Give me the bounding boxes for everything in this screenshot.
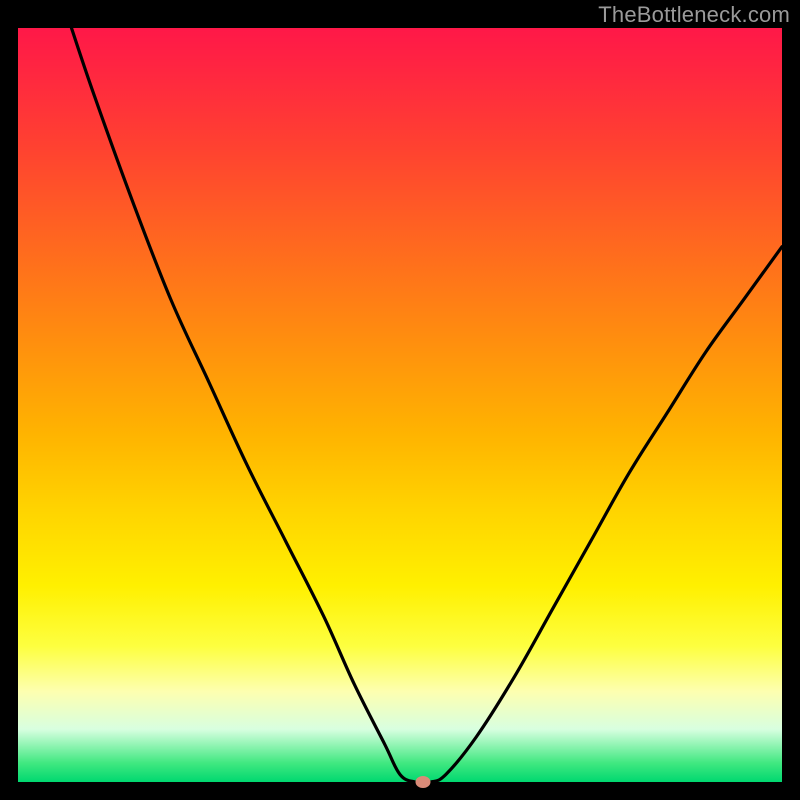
watermark-text: TheBottleneck.com — [598, 2, 790, 28]
chart-frame: TheBottleneck.com — [0, 0, 800, 800]
bottleneck-curve — [18, 28, 782, 782]
plot-area — [18, 28, 782, 782]
curve-minimum-marker — [415, 776, 430, 788]
